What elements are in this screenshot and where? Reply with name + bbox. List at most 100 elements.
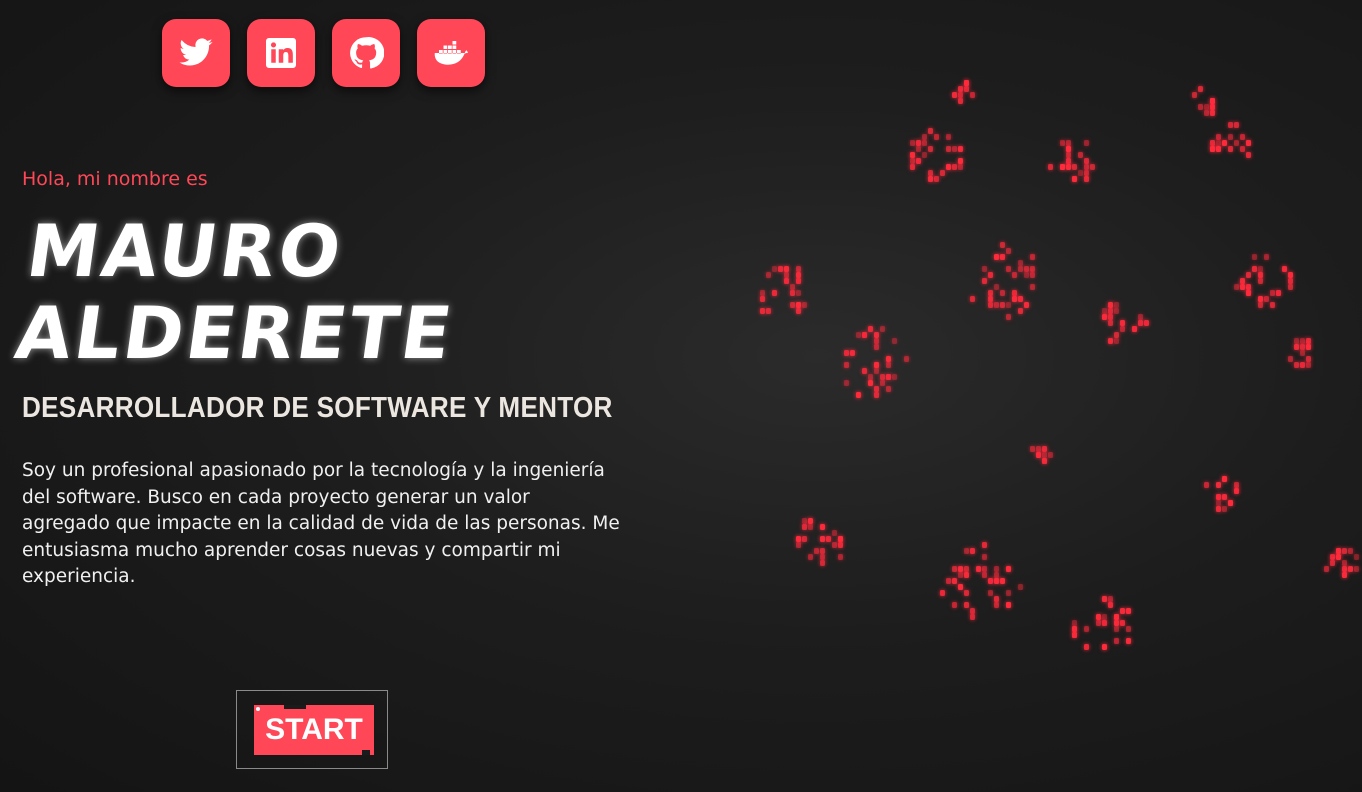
globe-dot bbox=[1042, 446, 1047, 452]
globe-dot bbox=[946, 134, 951, 140]
globe-dot bbox=[1126, 638, 1131, 644]
globe-dot bbox=[994, 254, 999, 260]
twitter-link[interactable] bbox=[162, 19, 230, 87]
globe-dot bbox=[1108, 314, 1113, 320]
globe-dot bbox=[1108, 602, 1113, 608]
globe-dot bbox=[958, 146, 963, 152]
docker-icon bbox=[434, 41, 468, 65]
globe-dot bbox=[1030, 446, 1035, 452]
globe-dot bbox=[838, 542, 843, 548]
globe-dot bbox=[1306, 338, 1311, 344]
globe-dot bbox=[1240, 278, 1245, 284]
globe-dot bbox=[958, 566, 963, 572]
globe-dot bbox=[946, 578, 951, 584]
globe-dot bbox=[808, 524, 813, 530]
globe-dot bbox=[1210, 140, 1215, 146]
globe-dot bbox=[1246, 290, 1251, 296]
github-link[interactable] bbox=[332, 19, 400, 87]
globe-dot bbox=[922, 152, 927, 158]
globe-dot bbox=[1012, 290, 1017, 296]
globe-dot bbox=[958, 98, 963, 104]
globe-dot bbox=[802, 518, 807, 524]
globe-dot bbox=[1060, 140, 1065, 146]
globe-dot bbox=[964, 572, 969, 578]
globe-dot bbox=[796, 266, 801, 272]
globe-dot bbox=[964, 548, 969, 554]
globe-dot bbox=[1084, 176, 1089, 182]
globe-dot bbox=[1204, 110, 1209, 116]
globe-dot bbox=[1018, 296, 1023, 302]
globe-dot bbox=[880, 374, 885, 380]
globe-dot bbox=[1000, 290, 1005, 296]
globe-dot bbox=[1120, 326, 1125, 332]
globe-dot bbox=[1336, 554, 1341, 560]
globe-dot bbox=[1246, 284, 1251, 290]
globe-dot bbox=[760, 296, 765, 302]
globe-dot bbox=[964, 590, 969, 596]
globe-dot bbox=[1258, 272, 1263, 278]
globe-dot bbox=[1138, 320, 1143, 326]
globe-dot bbox=[1006, 248, 1011, 254]
globe-dot bbox=[982, 566, 987, 572]
globe-dot bbox=[1288, 272, 1293, 278]
globe-dot bbox=[1342, 572, 1347, 578]
start-button[interactable]: START bbox=[254, 705, 374, 755]
globe-dot bbox=[952, 602, 957, 608]
globe-dot bbox=[1240, 146, 1245, 152]
globe-dot bbox=[796, 290, 801, 296]
globe-dot bbox=[922, 134, 927, 140]
globe-dot bbox=[1006, 266, 1011, 272]
globe-dot bbox=[1222, 494, 1227, 500]
globe-dot bbox=[772, 290, 777, 296]
globe-dot bbox=[874, 368, 879, 374]
globe-dot bbox=[976, 566, 981, 572]
linkedin-link[interactable] bbox=[247, 19, 315, 87]
globe-dot bbox=[1264, 254, 1269, 260]
globe-dot bbox=[886, 386, 891, 392]
globe-dot bbox=[1258, 278, 1263, 284]
globe-dot bbox=[928, 146, 933, 152]
globe-dot bbox=[820, 524, 825, 530]
globe-dot bbox=[868, 374, 873, 380]
globe-dot bbox=[910, 164, 915, 170]
globe-dot bbox=[796, 272, 801, 278]
globe-dot bbox=[1066, 140, 1071, 146]
globe-dot bbox=[910, 140, 915, 146]
docker-link[interactable] bbox=[417, 19, 485, 87]
globe-dot bbox=[1078, 170, 1083, 176]
globe-dot bbox=[1114, 638, 1119, 644]
globe-dot bbox=[1018, 308, 1023, 314]
globe-dot bbox=[982, 266, 987, 272]
globe-dot bbox=[1072, 620, 1077, 626]
globe-dot bbox=[1030, 272, 1035, 278]
globe-dot bbox=[1228, 146, 1233, 152]
globe-dot bbox=[1210, 104, 1215, 110]
globe-dot bbox=[1306, 344, 1311, 350]
globe-dot bbox=[1018, 260, 1023, 266]
globe-dot bbox=[808, 554, 813, 560]
globe-dot bbox=[796, 542, 801, 548]
globe-dot bbox=[970, 92, 975, 98]
globe-dot bbox=[1306, 356, 1311, 362]
button-dot-decoration bbox=[256, 707, 260, 711]
globe-dot bbox=[1222, 476, 1227, 482]
globe-dot bbox=[1120, 608, 1125, 614]
globe-dot bbox=[1234, 122, 1239, 128]
globe-dot bbox=[1066, 152, 1071, 158]
globe-dot bbox=[1246, 272, 1251, 278]
globe-dot bbox=[874, 338, 879, 344]
globe-dot bbox=[796, 536, 801, 542]
globe-dot bbox=[1096, 620, 1101, 626]
globe-dot bbox=[1120, 620, 1125, 626]
globe-dot bbox=[1084, 644, 1089, 650]
globe-dot bbox=[952, 92, 957, 98]
globe-dot bbox=[1258, 266, 1263, 272]
globe-dot bbox=[1024, 266, 1029, 272]
globe-dot bbox=[946, 146, 951, 152]
globe-dot bbox=[1252, 266, 1257, 272]
globe-dot bbox=[958, 158, 963, 164]
globe-dot bbox=[1270, 302, 1275, 308]
name-line-first: MAURO bbox=[21, 209, 349, 293]
globe-dot bbox=[1012, 296, 1017, 302]
globe-dot bbox=[1084, 164, 1089, 170]
